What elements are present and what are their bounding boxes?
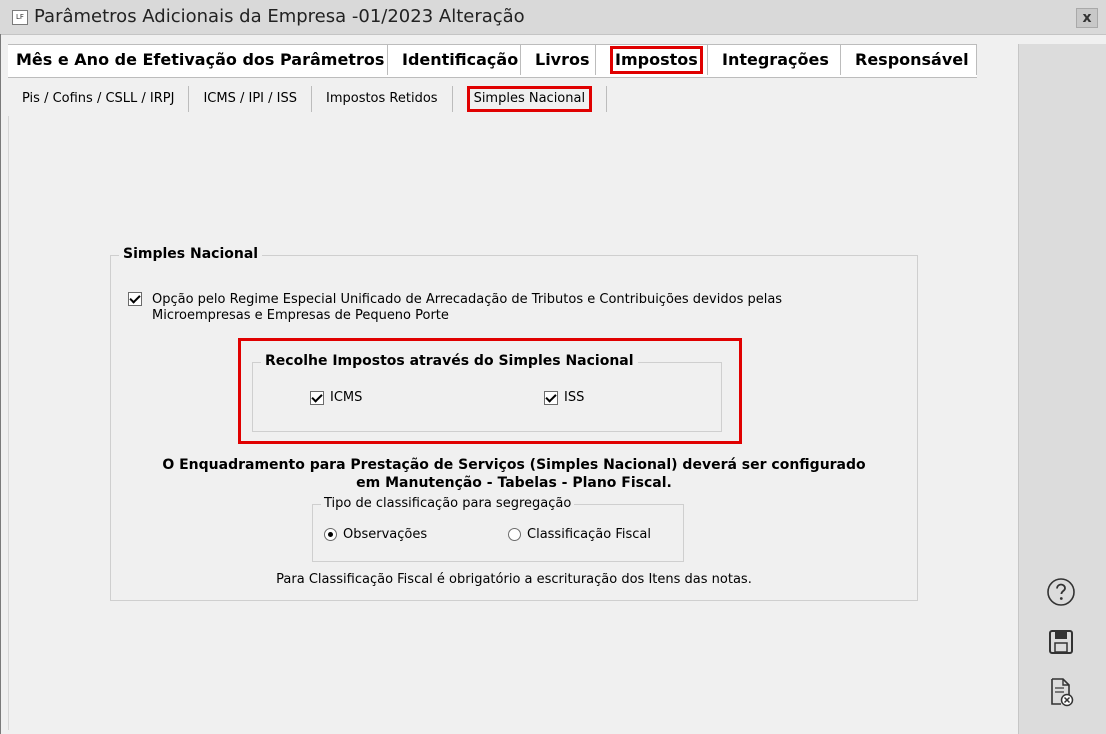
subtab-label: Simples Nacional [466, 86, 593, 112]
subtab-label: ICMS / IPI / ISS [203, 91, 297, 106]
icms-checkbox[interactable] [310, 390, 324, 405]
tab-label: Responsável [855, 50, 969, 69]
save-icon[interactable] [1043, 624, 1079, 660]
help-icon[interactable] [1043, 574, 1079, 610]
tab-responsavel[interactable]: Responsável [841, 45, 977, 75]
tipo-title: Tipo de classificação para segregação [321, 496, 575, 511]
classificacao-footnote: Para Classificação Fiscal é obrigatório … [276, 572, 752, 587]
title-bar: LF Parâmetros Adicionais da Empresa -01/… [0, 0, 1106, 35]
radio-classificacao-label: Classificação Fiscal [527, 527, 651, 542]
iss-option: ISS [544, 390, 584, 405]
radio-classificacao[interactable] [508, 528, 521, 541]
subtab-label: Impostos Retidos [325, 91, 438, 106]
option-line-1: Opção pelo Regime Especial Unificado de … [152, 292, 783, 307]
app-icon: LF [12, 10, 28, 25]
icms-option: ICMS [310, 390, 362, 405]
iss-label: ISS [564, 390, 585, 405]
regime-especial-option: Opção pelo Regime Especial Unificado de … [128, 292, 852, 324]
radio-observacoes-option: Observações [324, 527, 427, 542]
tab-mes-ano[interactable]: Mês e Ano de Efetivação dos Parâmetros [8, 45, 388, 75]
tab-impostos[interactable]: Impostos [596, 45, 708, 75]
tab-label: Mês e Ano de Efetivação dos Parâmetros [16, 50, 385, 69]
regime-especial-checkbox[interactable] [128, 292, 142, 306]
side-toolbar [1018, 44, 1106, 734]
subtab-icms-ipi-iss[interactable]: ICMS / IPI / ISS [189, 86, 312, 112]
tab-identificacao[interactable]: Identificação [388, 45, 521, 75]
tab-integracoes[interactable]: Integrações [708, 45, 841, 75]
main-tabs: Mês e Ano de Efetivação dos Parâmetros I… [8, 44, 977, 78]
close-button[interactable]: x [1076, 8, 1098, 28]
recolhe-title: Recolhe Impostos através do Simples Naci… [261, 353, 638, 369]
radio-observacoes-label: Observações [343, 527, 428, 542]
regime-especial-label: Opção pelo Regime Especial Unificado de … [152, 292, 852, 324]
tab-label: Integrações [722, 50, 829, 69]
option-line-2: Microempresas e Empresas de Pequeno Port… [152, 308, 449, 323]
tab-livros[interactable]: Livros [521, 45, 596, 75]
tab-label: Identificação [402, 50, 519, 69]
subtab-impostos-retidos[interactable]: Impostos Retidos [312, 86, 453, 112]
subtab-simples-nacional[interactable]: Simples Nacional [453, 86, 608, 112]
subtab-label: Pis / Cofins / CSLL / IRPJ [22, 91, 175, 106]
radio-classificacao-option: Classificação Fiscal [508, 527, 651, 542]
tab-label: Impostos [610, 46, 703, 74]
radio-observacoes[interactable] [324, 528, 337, 541]
iss-checkbox[interactable] [544, 390, 558, 405]
cancel-document-icon[interactable] [1043, 674, 1079, 710]
icms-label: ICMS [330, 390, 363, 405]
sub-tabs: Pis / Cofins / CSLL / IRPJ ICMS / IPI / … [8, 86, 608, 114]
tab-label: Livros [535, 50, 590, 69]
group-title: Simples Nacional [119, 246, 263, 262]
enquadramento-notice: O Enquadramento para Prestação de Serviç… [110, 456, 918, 492]
notice-line-1: O Enquadramento para Prestação de Serviç… [162, 457, 866, 473]
window-title: Parâmetros Adicionais da Empresa -01/202… [34, 6, 525, 27]
subtab-pis-cofins[interactable]: Pis / Cofins / CSLL / IRPJ [8, 86, 190, 112]
notice-line-2: em Manutenção - Tabelas - Plano Fiscal. [356, 475, 672, 491]
